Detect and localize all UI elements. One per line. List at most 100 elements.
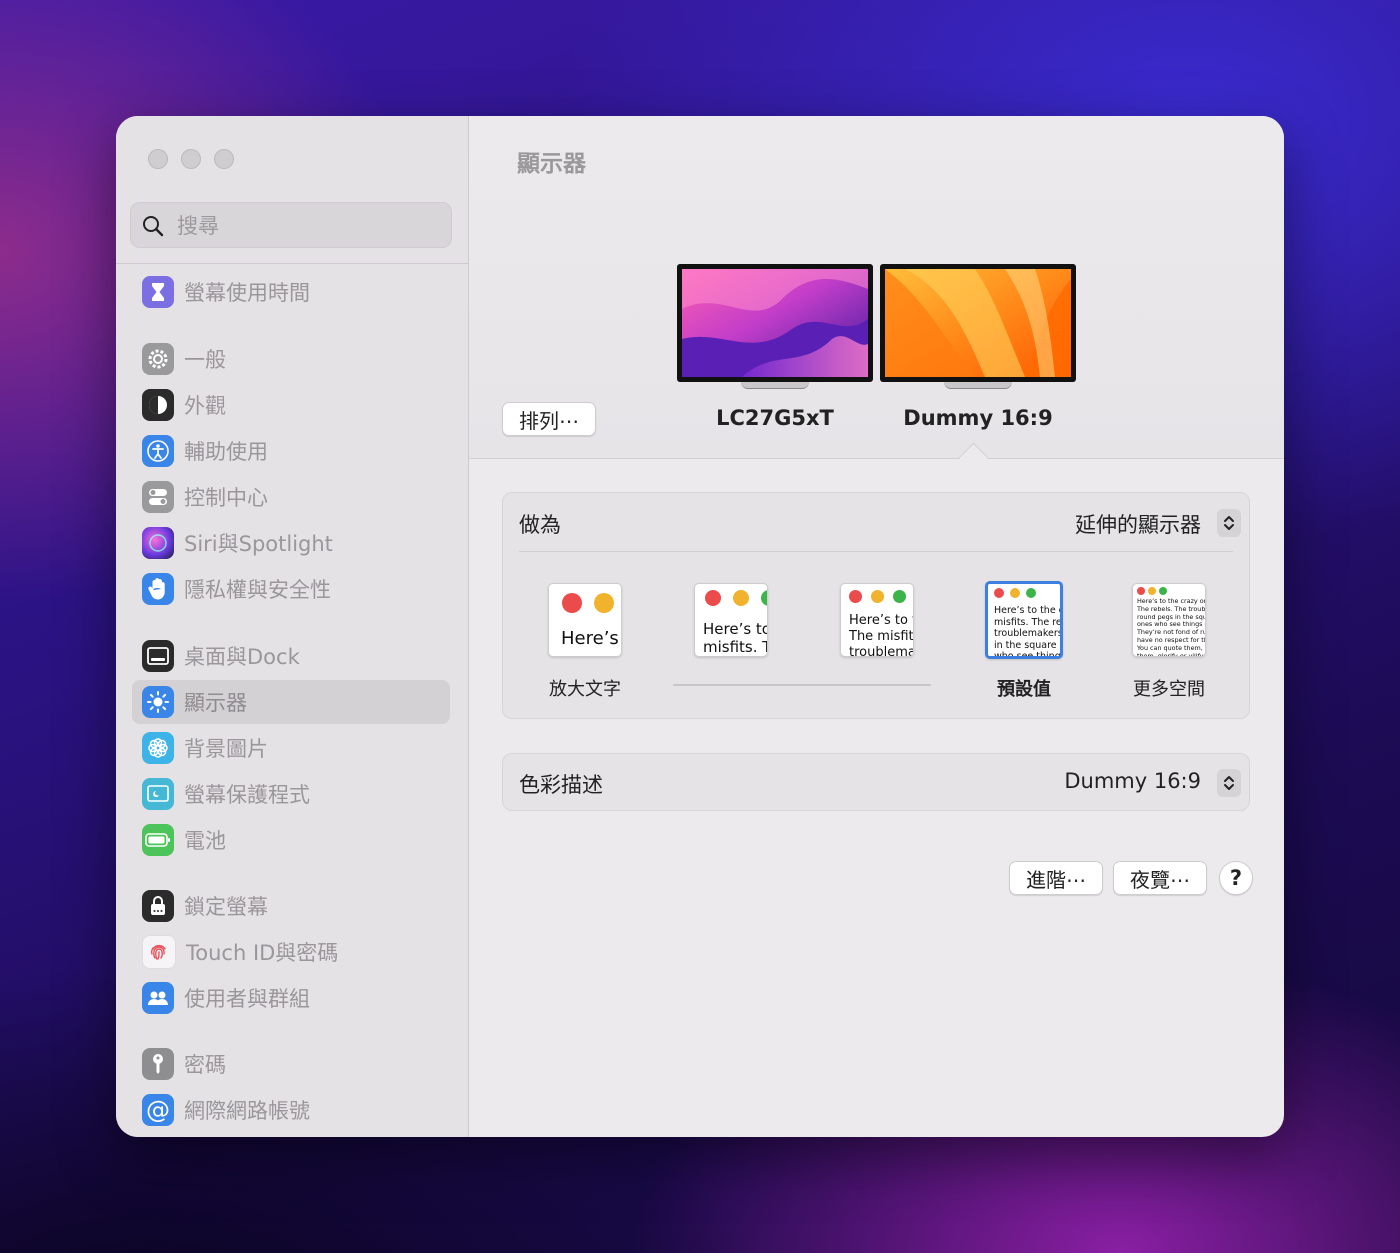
sidebar-item-privacy-security[interactable]: 隱私權與安全性 bbox=[132, 567, 450, 611]
yellow-dot-icon bbox=[733, 590, 749, 606]
sidebar-item-label: 顯示器 bbox=[184, 691, 247, 715]
display-settings-panel: 做為 延伸的顯示器 Here’s to the crazy ones. The … bbox=[502, 492, 1250, 719]
users-icon bbox=[142, 982, 174, 1014]
sidebar: 螢幕使用時間 一般 外觀 輔助使用 bbox=[116, 116, 469, 1137]
yellow-dot-icon bbox=[1148, 587, 1156, 595]
sidebar-item-general[interactable]: 一般 bbox=[132, 337, 450, 381]
search-field[interactable] bbox=[130, 202, 452, 248]
sidebar-item-wallpaper[interactable]: 背景圖片 bbox=[132, 726, 450, 770]
close-button[interactable] bbox=[148, 149, 168, 169]
resolution-preview: Here’s to the crazy ones. The misfits. T… bbox=[985, 581, 1063, 659]
color-profile-stepper[interactable] bbox=[1217, 769, 1241, 797]
use-as-stepper[interactable] bbox=[1217, 509, 1241, 537]
main-pane: 顯示器 排列⋯ LC27G5xT Dummy 16:9 做為 延伸的顯示器 He… bbox=[469, 116, 1284, 1137]
sidebar-item-label: Touch ID與密碼 bbox=[186, 941, 339, 965]
resolution-preview: Here’s to the crazy ones. The misfits. T… bbox=[840, 583, 914, 657]
sidebar-item-label: 螢幕使用時間 bbox=[184, 281, 310, 305]
resolution-option-more-space[interactable]: Here’s to the crazy ones. The misfits. T… bbox=[1132, 583, 1206, 657]
sidebar-item-label: 一般 bbox=[184, 348, 226, 372]
resolution-preview: Here’s to the crazy ones. The misfits. T… bbox=[548, 583, 622, 657]
sidebar-item-label: 桌面與Dock bbox=[184, 645, 300, 669]
yellow-dot-icon bbox=[1010, 588, 1020, 598]
sidebar-item-users-groups[interactable]: 使用者與群組 bbox=[132, 976, 450, 1020]
preview-text: Here’s to the crazy ones. The misfits. T… bbox=[994, 605, 1063, 659]
zoom-button[interactable] bbox=[214, 149, 234, 169]
sidebar-item-passwords[interactable]: 密碼 bbox=[132, 1042, 450, 1086]
preview-text: Here’s to the crazy ones. The misfits. T… bbox=[703, 620, 767, 657]
battery-icon bbox=[142, 824, 174, 856]
monitor-name: Dummy 16:9 bbox=[903, 406, 1053, 430]
page-title: 顯示器 bbox=[517, 151, 586, 177]
use-as-value[interactable]: 延伸的顯示器 bbox=[1075, 509, 1201, 539]
sidebar-item-appearance[interactable]: 外觀 bbox=[132, 383, 450, 427]
sidebar-item-label: 輔助使用 bbox=[184, 440, 268, 464]
preview-text: Here’s to the crazy ones. The misfits. T… bbox=[1137, 597, 1206, 657]
gear-icon bbox=[142, 343, 174, 375]
resolution-preview: Here’s to the crazy ones. The misfits. T… bbox=[694, 583, 768, 657]
green-dot-icon bbox=[893, 590, 906, 603]
resolution-option-3[interactable]: Here’s to the crazy ones. The misfits. T… bbox=[840, 583, 914, 657]
sidebar-item-screen-saver[interactable]: 螢幕保護程式 bbox=[132, 772, 450, 816]
at-icon: @ bbox=[142, 1094, 174, 1126]
monitor-lc27g5xt[interactable] bbox=[677, 264, 873, 389]
sidebar-item-label: 鎖定螢幕 bbox=[184, 895, 268, 919]
color-profile-label: 色彩描述 bbox=[519, 773, 603, 797]
sidebar-item-internet-accounts[interactable]: @ 網際網路帳號 bbox=[132, 1088, 450, 1132]
red-dot-icon bbox=[1137, 587, 1145, 595]
search-icon bbox=[143, 216, 164, 237]
red-dot-icon bbox=[705, 590, 721, 606]
monitor-stand bbox=[944, 382, 1012, 389]
monitor-name: LC27G5xT bbox=[716, 406, 834, 430]
hourglass-icon bbox=[142, 276, 174, 308]
arrange-button[interactable]: 排列⋯ bbox=[502, 402, 596, 436]
yellow-dot-icon bbox=[594, 593, 614, 613]
help-button[interactable]: ? bbox=[1219, 861, 1253, 895]
resolution-caption: 預設值 bbox=[997, 679, 1051, 700]
chevron-up-down-icon bbox=[1224, 516, 1234, 530]
accessibility-icon bbox=[142, 435, 174, 467]
resolution-option-default[interactable]: Here’s to the crazy ones. The misfits. T… bbox=[985, 581, 1063, 659]
sidebar-item-touch-id[interactable]: Touch ID與密碼 bbox=[132, 930, 450, 974]
color-profile-value[interactable]: Dummy 16:9 bbox=[1064, 769, 1201, 793]
resolution-option-2[interactable]: Here’s to the crazy ones. The misfits. T… bbox=[694, 583, 768, 657]
sidebar-item-label: 電池 bbox=[184, 829, 226, 853]
sidebar-item-siri-spotlight[interactable]: Siri與Spotlight bbox=[132, 521, 450, 565]
sidebar-item-label: Siri與Spotlight bbox=[184, 532, 333, 556]
key-icon bbox=[142, 1048, 174, 1080]
minimize-button[interactable] bbox=[181, 149, 201, 169]
sidebar-item-lock-screen[interactable]: 鎖定螢幕 bbox=[132, 884, 450, 928]
green-dot-icon bbox=[761, 590, 767, 606]
panel-divider bbox=[519, 551, 1233, 552]
resolution-option-larger-text[interactable]: Here’s to the crazy ones. The misfits. T… bbox=[548, 583, 622, 657]
toggles-icon bbox=[142, 481, 174, 513]
lock-icon bbox=[142, 890, 174, 922]
chevron-up-down-icon bbox=[1224, 776, 1234, 790]
monitor-dummy[interactable] bbox=[880, 264, 1076, 389]
sidebar-item-label: 使用者與群組 bbox=[184, 987, 310, 1011]
monitor-bezel bbox=[880, 264, 1076, 382]
resolution-caption: 更多空間 bbox=[1133, 679, 1205, 700]
resolution-preview: Here’s to the crazy ones. The misfits. T… bbox=[1132, 583, 1206, 657]
preview-text: Here’s to the crazy ones. The misfits. T… bbox=[561, 628, 621, 649]
sidebar-item-battery[interactable]: 電池 bbox=[132, 818, 450, 862]
dock-icon bbox=[142, 640, 174, 672]
sidebar-item-accessibility[interactable]: 輔助使用 bbox=[132, 429, 450, 473]
fingerprint-icon bbox=[142, 935, 176, 969]
advanced-button[interactable]: 進階⋯ bbox=[1009, 861, 1103, 895]
red-dot-icon bbox=[849, 590, 862, 603]
sidebar-item-desktop-dock[interactable]: 桌面與Dock bbox=[132, 634, 450, 678]
sidebar-item-control-center[interactable]: 控制中心 bbox=[132, 475, 450, 519]
resolution-caption: 放大文字 bbox=[549, 679, 621, 700]
search-input[interactable] bbox=[175, 211, 439, 241]
sidebar-item-displays[interactable]: 顯示器 bbox=[132, 680, 450, 724]
green-dot-icon bbox=[1026, 588, 1036, 598]
sidebar-item-label: 密碼 bbox=[184, 1053, 226, 1077]
window-controls bbox=[148, 149, 234, 169]
sidebar-divider bbox=[116, 263, 468, 264]
sidebar-item-label: 背景圖片 bbox=[184, 737, 268, 761]
night-shift-button[interactable]: 夜覽⋯ bbox=[1113, 861, 1207, 895]
sidebar-item-screen-time[interactable]: 螢幕使用時間 bbox=[132, 270, 450, 314]
green-dot-icon bbox=[1159, 587, 1167, 595]
resolution-slider-track bbox=[673, 684, 931, 686]
monitor-stand bbox=[741, 382, 809, 389]
